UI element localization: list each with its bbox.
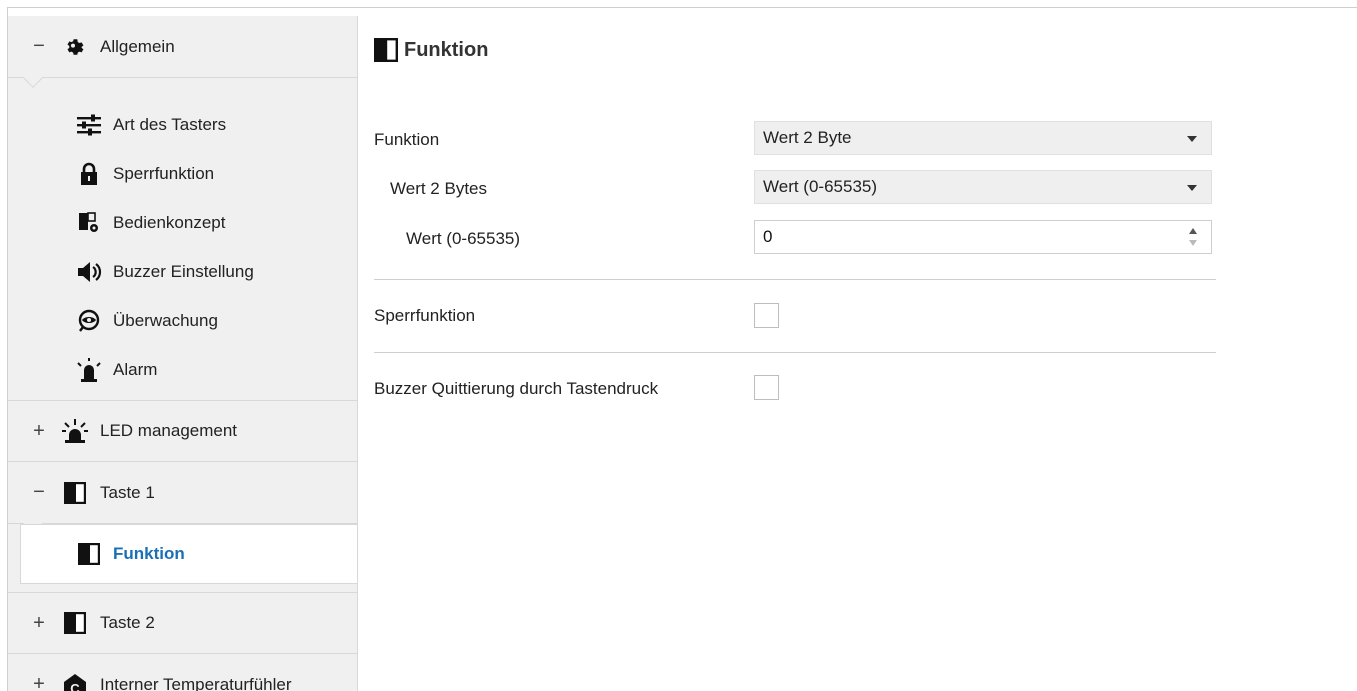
sidebar-item-bedienkonzept[interactable]: Bedienkonzept xyxy=(8,198,357,247)
sidebar-item-label: Bedienkonzept xyxy=(113,212,226,232)
sidebar-item-ueberwachung[interactable]: Überwachung xyxy=(8,296,357,345)
main-panel: Funktion Funktion Wert 2 Byte Wert 2 Byt… xyxy=(374,8,1354,691)
sidebar-group-label: Allgemein xyxy=(100,36,175,56)
sidebar-group-label: LED management xyxy=(100,421,238,440)
speaker-icon xyxy=(75,258,103,286)
sidebar-item-funktion[interactable]: Funktion xyxy=(20,524,357,584)
buzzer-quittierung-checkbox[interactable] xyxy=(754,375,779,400)
half-square-icon xyxy=(374,38,399,63)
wert-2-bytes-label: Wert 2 Bytes xyxy=(390,179,487,198)
divider xyxy=(374,352,1216,353)
input-value: 0 xyxy=(763,227,773,246)
sidebar-group-taste-1[interactable]: − Taste 1 xyxy=(8,462,357,534)
sidebar-item-alarm[interactable]: Alarm xyxy=(8,345,357,394)
page-title: Funktion xyxy=(374,38,489,63)
wert-2-bytes-select[interactable]: Wert (0-65535) xyxy=(754,170,1212,204)
collapse-toggle[interactable]: − xyxy=(28,35,50,58)
app-frame: − Allgemein Art des Tasters Sperrfunktio… xyxy=(7,7,1357,691)
half-square-icon xyxy=(62,480,88,506)
eye-icon xyxy=(75,307,103,335)
sidebar-group-label: Taste 2 xyxy=(100,613,155,632)
expand-toggle[interactable]: + xyxy=(28,673,50,691)
sperrfunktion-checkbox[interactable] xyxy=(754,303,779,328)
half-square-icon xyxy=(62,610,88,636)
sidebar-group-allgemein[interactable]: − Allgemein xyxy=(8,16,357,88)
led-icon xyxy=(62,418,88,444)
sperrfunktion-label: Sperrfunktion xyxy=(374,306,476,325)
divider xyxy=(374,279,1216,280)
half-square-icon xyxy=(75,540,103,568)
buzzer-quittierung-label: Buzzer Quittierung durch Tastendruck xyxy=(374,379,659,398)
sidebar-item-art-des-tasters[interactable]: Art des Tasters xyxy=(8,100,357,149)
collapse-toggle[interactable]: − xyxy=(28,481,50,504)
sliders-icon xyxy=(75,111,103,139)
sidebar-item-label: Alarm xyxy=(113,359,158,379)
sidebar-item-label: Überwachung xyxy=(113,310,218,330)
expand-toggle[interactable]: + xyxy=(28,612,50,635)
sidebar: − Allgemein Art des Tasters Sperrfunktio… xyxy=(8,16,358,691)
sidebar-item-label: Art des Tasters xyxy=(113,114,227,134)
wert-range-input[interactable]: 0 xyxy=(754,220,1212,254)
sidebar-group-taste-2[interactable]: + Taste 2 xyxy=(8,592,357,654)
sidebar-item-buzzer-einstellung[interactable]: Buzzer Einstellung xyxy=(8,247,357,296)
sidebar-item-label: Buzzer Einstellung xyxy=(113,261,254,281)
select-value: Wert 2 Byte xyxy=(763,128,852,147)
expand-toggle[interactable]: + xyxy=(28,420,50,443)
stepper-down-icon[interactable] xyxy=(1189,240,1197,246)
stepper-up-icon[interactable] xyxy=(1189,228,1197,234)
sidebar-item-label: Funktion xyxy=(113,544,185,563)
page-title-text: Funktion xyxy=(404,38,489,61)
sidebar-item-sperrfunktion[interactable]: Sperrfunktion xyxy=(8,149,357,198)
sidebar-group-led-management[interactable]: + LED management xyxy=(8,400,357,462)
chevron-down-icon xyxy=(1187,185,1197,191)
number-stepper[interactable] xyxy=(1189,226,1199,250)
device-settings-icon xyxy=(75,209,103,237)
wert-range-label: Wert (0-65535) xyxy=(406,229,521,248)
temperature-sensor-icon: C xyxy=(62,672,88,691)
funktion-label: Funktion xyxy=(374,130,440,149)
sidebar-item-label: Sperrfunktion xyxy=(113,163,215,183)
select-value: Wert (0-65535) xyxy=(763,177,878,196)
funktion-select[interactable]: Wert 2 Byte xyxy=(754,121,1212,155)
svg-text:C: C xyxy=(70,681,80,691)
sidebar-group-label: Interner Temperaturfühler xyxy=(100,674,292,691)
alarm-icon xyxy=(75,356,103,384)
gear-icon xyxy=(62,34,88,60)
sidebar-group-temperaturfuehler[interactable]: + C Interner Temperaturfühler xyxy=(8,654,357,691)
chevron-down-icon xyxy=(1187,136,1197,142)
group-notch xyxy=(23,68,43,88)
lock-icon xyxy=(75,160,103,188)
sidebar-group-label: Taste 1 xyxy=(100,482,155,502)
